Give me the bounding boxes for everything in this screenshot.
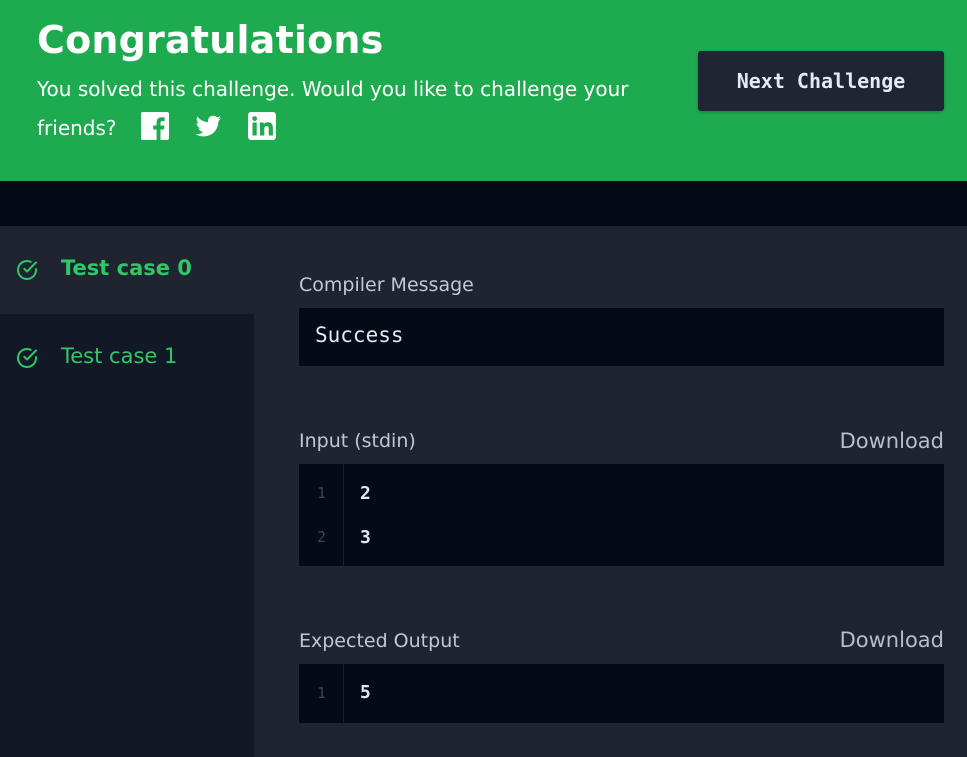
check-circle-icon: [17, 260, 37, 280]
expected-output-code-box: 1 5: [299, 664, 944, 723]
input-code-box: 1 2 2 3: [299, 464, 944, 566]
line-number: 1: [316, 484, 327, 502]
banner-title: Congratulations: [37, 18, 384, 62]
separator-strip: [0, 181, 967, 226]
expected-download-link[interactable]: Download: [840, 628, 944, 652]
test-case-label: Test case 0: [61, 256, 192, 280]
check-circle-icon: [17, 348, 37, 368]
code-line: 2: [360, 483, 371, 504]
facebook-icon[interactable]: [140, 111, 170, 141]
banner-message: You solved this challenge. Would you lik…: [37, 70, 637, 148]
input-download-link[interactable]: Download: [840, 429, 944, 453]
test-case-item-0[interactable]: Test case 0: [0, 226, 254, 314]
banner-message-line1: You solved this challenge. Would you lik…: [37, 77, 629, 101]
line-number-gutter: [299, 464, 344, 566]
twitter-icon[interactable]: [193, 111, 223, 141]
test-case-label: Test case 1: [61, 344, 178, 368]
line-number: 1: [316, 684, 327, 702]
linkedin-icon[interactable]: [247, 111, 277, 141]
line-number: 2: [316, 528, 327, 546]
test-case-sidebar: Test case 0 Test case 1: [0, 226, 254, 757]
code-line: 3: [360, 527, 371, 548]
success-banner: Congratulations You solved this challeng…: [0, 0, 967, 181]
banner-message-line2: friends?: [37, 116, 117, 140]
code-line: 5: [360, 682, 371, 703]
expected-output-label: Expected Output: [299, 630, 460, 652]
compiler-message-box: Success: [299, 308, 944, 366]
compiler-message-value: Success: [315, 323, 404, 347]
test-case-item-1[interactable]: Test case 1: [0, 314, 254, 402]
compiler-message-label: Compiler Message: [299, 274, 474, 296]
next-challenge-button[interactable]: Next Challenge: [698, 51, 944, 111]
input-label: Input (stdin): [299, 430, 416, 452]
